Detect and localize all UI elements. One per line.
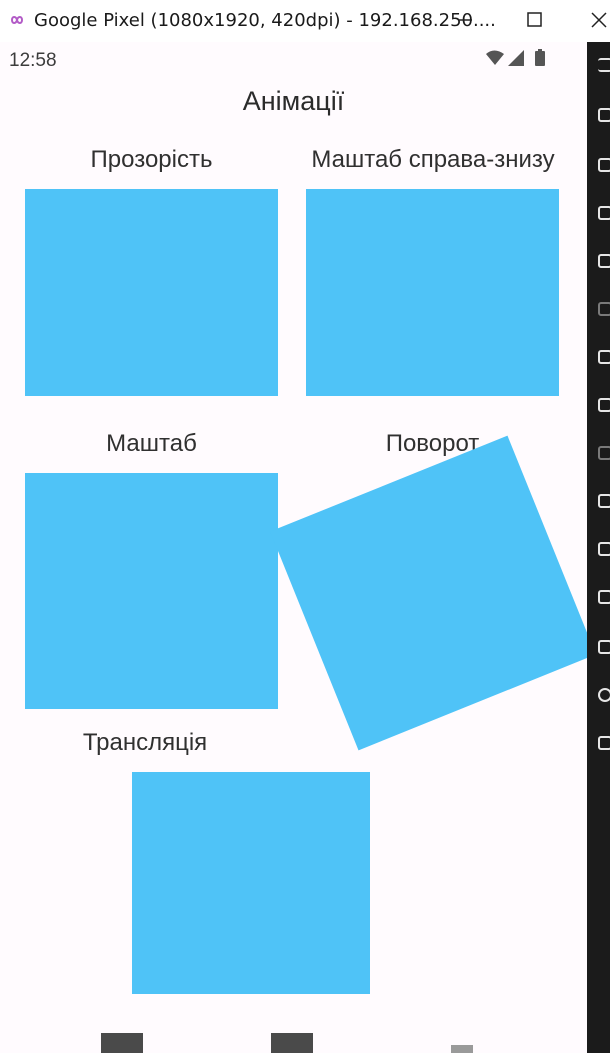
resize-icon[interactable] bbox=[598, 254, 610, 268]
window-titlebar: Google Pixel (1080x1920, 420dpi) - 192.1… bbox=[0, 0, 610, 43]
label-scale-bottom-right: Маштаб справа-знизу bbox=[311, 146, 555, 173]
back-icon[interactable] bbox=[101, 1033, 143, 1053]
wifi-icon bbox=[486, 50, 504, 65]
signal-icon bbox=[508, 50, 524, 66]
menu-icon[interactable] bbox=[598, 58, 610, 72]
app-title: Анімації bbox=[242, 86, 345, 116]
back-arrow-icon[interactable] bbox=[598, 108, 610, 122]
opacity-box[interactable] bbox=[25, 189, 278, 396]
status-time: 12:58 bbox=[9, 50, 57, 71]
film-icon[interactable] bbox=[598, 446, 610, 460]
status-icons bbox=[486, 49, 545, 66]
camera-icon[interactable] bbox=[598, 158, 610, 172]
translation-box[interactable] bbox=[132, 772, 370, 994]
maximize-icon[interactable] bbox=[520, 8, 550, 32]
battery-icon bbox=[535, 51, 545, 66]
label-scale: Маштаб bbox=[106, 430, 197, 457]
minimize-icon[interactable] bbox=[450, 8, 480, 32]
scale-bottom-right-box[interactable] bbox=[306, 189, 559, 396]
scale-box[interactable] bbox=[25, 473, 278, 709]
power-icon[interactable] bbox=[598, 688, 610, 702]
google-icon[interactable] bbox=[598, 590, 610, 604]
gesture-icon[interactable] bbox=[598, 350, 610, 364]
sensors-icon[interactable] bbox=[598, 302, 610, 316]
infinity-icon bbox=[10, 16, 24, 24]
home-icon[interactable] bbox=[271, 1033, 313, 1053]
rotate-icon[interactable] bbox=[598, 736, 610, 750]
window-title: Google Pixel (1080x1920, 420dpi) - 192.1… bbox=[34, 10, 496, 31]
back-icon[interactable] bbox=[598, 640, 610, 654]
label-opacity: Прозорість bbox=[90, 146, 213, 173]
phone-screen: 12:58 Анімації Прозорість Маштаб справа-… bbox=[0, 42, 587, 1053]
label-rotation: Поворот bbox=[385, 430, 480, 457]
fingerprint-icon[interactable] bbox=[598, 494, 610, 508]
navigation-bar bbox=[0, 1025, 587, 1053]
close-icon[interactable] bbox=[586, 8, 610, 32]
recents-icon[interactable] bbox=[451, 1045, 473, 1053]
label-translation: Трансляція bbox=[82, 729, 208, 756]
rotation-box[interactable] bbox=[270, 435, 587, 751]
google-icon[interactable] bbox=[598, 398, 610, 412]
code-icon[interactable] bbox=[598, 542, 610, 556]
screenshot-icon[interactable] bbox=[598, 206, 610, 220]
emulator-sidebar bbox=[587, 42, 610, 1053]
